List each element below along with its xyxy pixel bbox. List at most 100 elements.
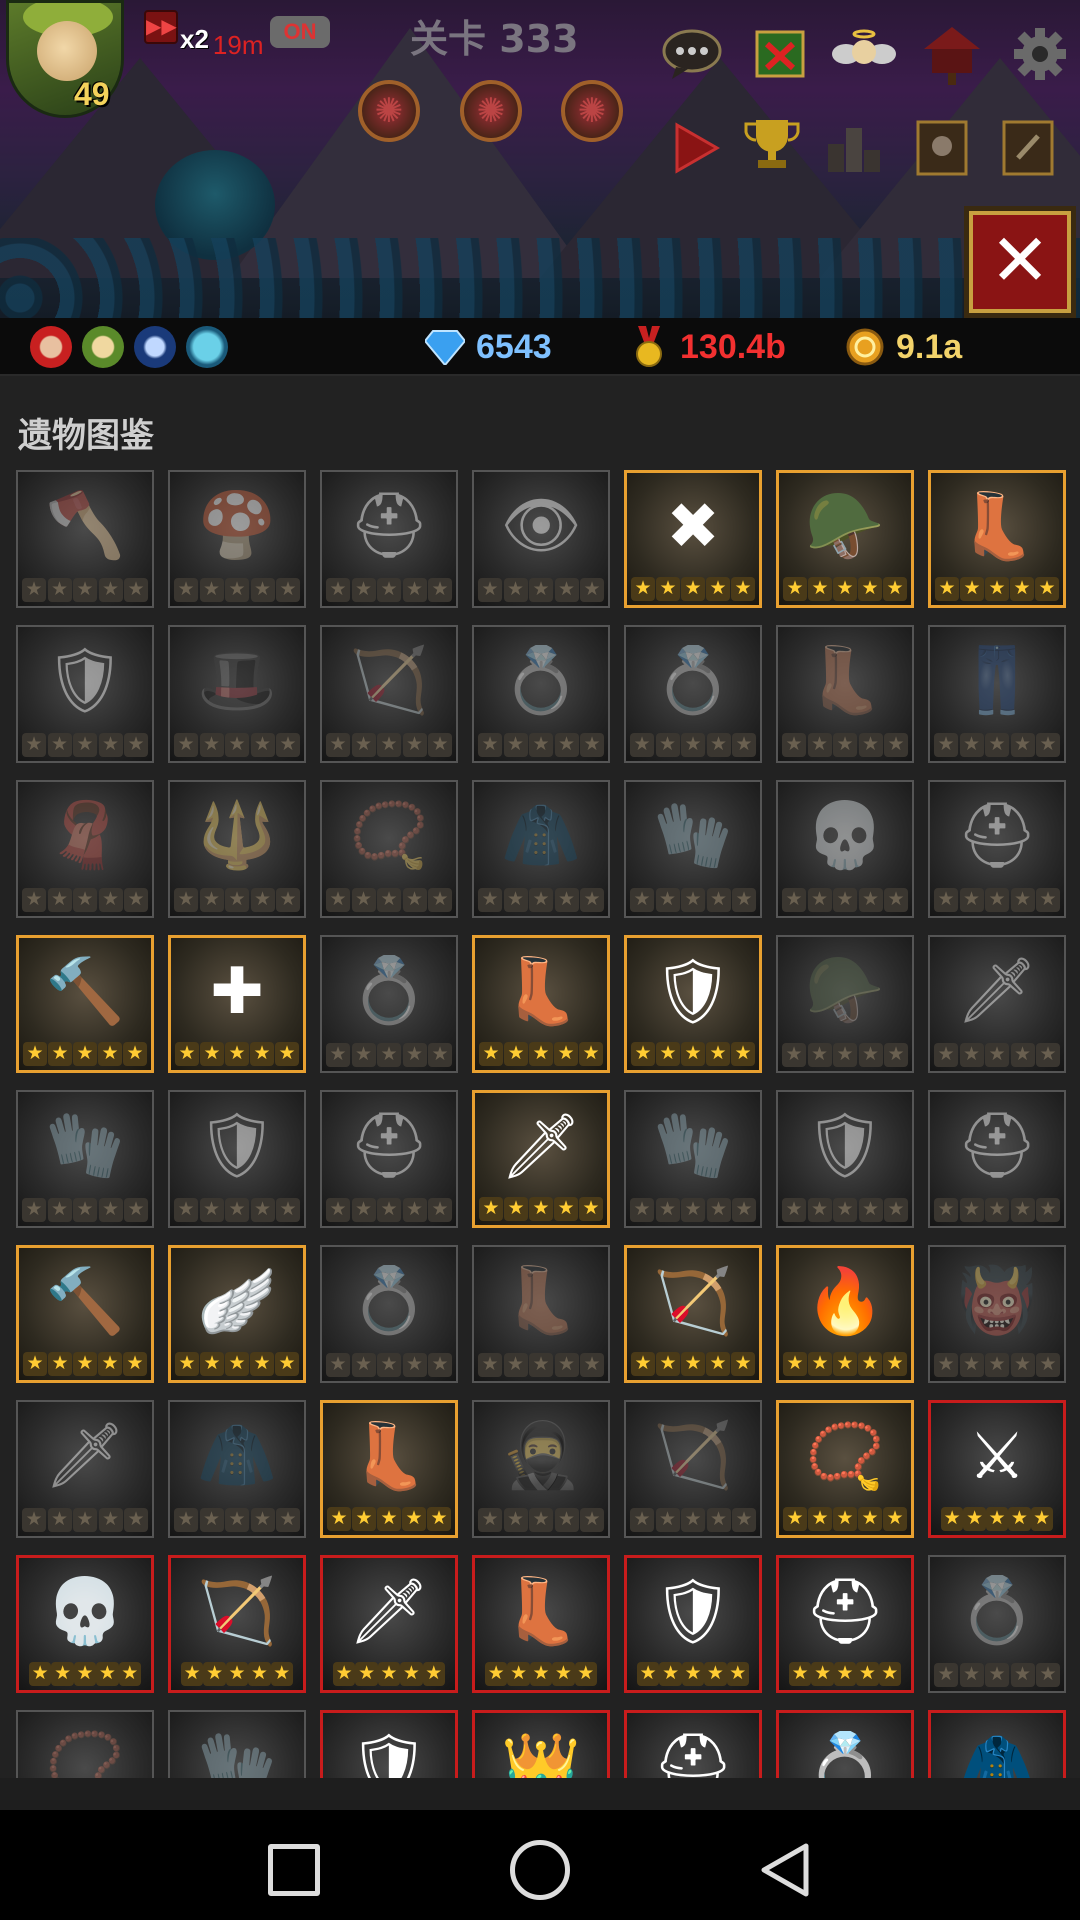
relic-slot[interactable]: 👢 ★ ★ ★ ★ ★ bbox=[928, 470, 1066, 608]
relic-slot[interactable]: ⛑★★★★★ bbox=[928, 780, 1066, 918]
relic-slot[interactable]: 🔥 ★ ★ ★ ★ ★ bbox=[776, 1245, 914, 1383]
relic-slot[interactable]: 🧤★★★★★ bbox=[16, 1090, 154, 1228]
mailbox-icon[interactable] bbox=[920, 22, 984, 86]
relic-slot[interactable]: 🧤★★★★★ bbox=[624, 1090, 762, 1228]
relic-slot[interactable]: 👢 ★ ★ ★ ★ ★ bbox=[472, 1245, 610, 1383]
relic-slot[interactable]: 🧤★★★★★ bbox=[168, 1710, 306, 1778]
relic-slot[interactable]: 👑★★★★★ bbox=[472, 1710, 610, 1778]
relic-slot[interactable]: 🏹 ★ ★ ★ ★ ★ bbox=[320, 625, 458, 763]
relic-slot[interactable]: 👹 ★ ★ ★ ★ ★ bbox=[928, 1245, 1066, 1383]
relic-slot[interactable]: 👢 ★ ★ ★ ★ ★ bbox=[320, 1400, 458, 1538]
relic-slot[interactable]: 🪖 ★ ★ ★ ★ ★ bbox=[776, 470, 914, 608]
relic-slot[interactable]: 👁 ★ ★ ★ ★ ★ bbox=[472, 470, 610, 608]
relic-slot[interactable]: 🗡 ★ ★ ★ ★ ★ bbox=[320, 1555, 458, 1693]
settings-icon[interactable] bbox=[1008, 22, 1072, 86]
skill-orb-icon[interactable] bbox=[460, 80, 522, 142]
relic-slot[interactable]: 🛡★★★★★ bbox=[16, 625, 154, 763]
relic-slot[interactable]: 🍄 ★ ★ ★ ★ ★ bbox=[168, 470, 306, 608]
relic-slot[interactable]: ⛑★★★★★ bbox=[320, 1090, 458, 1228]
relic-slot[interactable]: 🪽 ★ ★ ★ ★ ★ bbox=[168, 1245, 306, 1383]
speed-boost[interactable]: ▶▶ x2 19m bbox=[144, 10, 264, 61]
relic-slot[interactable]: 🗡 ★ ★ ★ ★ ★ bbox=[928, 935, 1066, 1073]
relic-slot[interactable]: 🛡★★★★★ bbox=[168, 1090, 306, 1228]
play-icon[interactable] bbox=[664, 116, 728, 180]
relic-slot[interactable]: ✖ ★ ★ ★ ★ ★ bbox=[624, 470, 762, 608]
relic-slot[interactable]: 👢 ★ ★ ★ ★ ★ bbox=[472, 935, 610, 1073]
star-icon: ★ bbox=[529, 1508, 553, 1532]
hero-book-icon[interactable] bbox=[910, 116, 974, 180]
relic-slot[interactable]: ✚ ★ ★ ★ ★ ★ bbox=[168, 935, 306, 1073]
relic-slot[interactable]: 💍★★★★★ bbox=[928, 1555, 1066, 1693]
auto-toggle[interactable]: ON bbox=[270, 16, 330, 48]
relic-slot[interactable]: 🛡★★★★★ bbox=[624, 1555, 762, 1693]
relic-slot[interactable]: 🧤★★★★★ bbox=[624, 780, 762, 918]
relic-slot[interactable]: 🪓 ★ ★ ★ ★ ★ bbox=[16, 470, 154, 608]
star-rating: ★ ★ ★ ★ ★ bbox=[783, 1507, 907, 1531]
relic-slot[interactable]: 📿★★★★★ bbox=[776, 1400, 914, 1538]
recent-apps-button[interactable] bbox=[268, 1844, 320, 1896]
relic-slot[interactable]: 🧥★★★★★ bbox=[168, 1400, 306, 1538]
relic-slot[interactable]: 🛡★★★★★ bbox=[624, 935, 762, 1073]
relic-slot[interactable]: 👢 ★ ★ ★ ★ ★ bbox=[472, 1555, 610, 1693]
relic-slot[interactable]: ⛑★★★★★ bbox=[624, 1710, 762, 1778]
star-icon: ★ bbox=[552, 1662, 575, 1686]
relic-slot[interactable]: 🛡★★★★★ bbox=[320, 1710, 458, 1778]
quest-book-icon[interactable] bbox=[996, 116, 1060, 180]
party-member-elf-icon[interactable] bbox=[82, 326, 124, 368]
relic-slot[interactable]: 🏹 ★ ★ ★ ★ ★ bbox=[624, 1245, 762, 1383]
relic-slot[interactable]: ⚔ ★ ★ ★ ★ ★ bbox=[928, 1400, 1066, 1538]
ranking-icon[interactable] bbox=[822, 114, 886, 178]
relic-slot[interactable]: 💍★★★★★ bbox=[624, 625, 762, 763]
star-icon: ★ bbox=[123, 1352, 147, 1376]
star-icon: ★ bbox=[377, 1198, 401, 1222]
relic-slot[interactable]: 🎩 ★ ★ ★ ★ ★ bbox=[168, 625, 306, 763]
relic-slot[interactable]: 🔨 ★ ★ ★ ★ ★ bbox=[16, 1245, 154, 1383]
event-banner-icon[interactable] bbox=[748, 22, 812, 86]
trophy-icon[interactable] bbox=[740, 112, 804, 176]
relic-slot[interactable]: 👖 ★ ★ ★ ★ ★ bbox=[928, 625, 1066, 763]
relic-slot[interactable]: 🛡★★★★★ bbox=[776, 1090, 914, 1228]
angel-icon[interactable] bbox=[832, 22, 896, 86]
relic-slot[interactable]: 💍★★★★★ bbox=[320, 935, 458, 1073]
close-button[interactable]: ✕ bbox=[964, 206, 1076, 318]
star-icon: ★ bbox=[630, 888, 654, 912]
relic-slot[interactable]: 💍★★★★★ bbox=[320, 1245, 458, 1383]
star-icon: ★ bbox=[529, 1042, 553, 1066]
skill-orb-icon[interactable] bbox=[358, 80, 420, 142]
relic-slot[interactable]: 🧥★★★★★ bbox=[928, 1710, 1066, 1778]
relic-slot[interactable]: 💍★★★★★ bbox=[472, 625, 610, 763]
back-button[interactable] bbox=[756, 1840, 816, 1900]
relic-slot[interactable]: 🔱 ★ ★ ★ ★ ★ bbox=[168, 780, 306, 918]
party-member-mage-icon[interactable] bbox=[134, 326, 176, 368]
relic-slot[interactable]: 💀 ★ ★ ★ ★ ★ bbox=[776, 780, 914, 918]
relic-slot[interactable]: ⛑★★★★★ bbox=[776, 1555, 914, 1693]
relic-slot[interactable]: 💍★★★★★ bbox=[776, 1710, 914, 1778]
relic-slot[interactable]: 👢 ★ ★ ★ ★ ★ bbox=[776, 625, 914, 763]
star-rating: ★ ★ ★ ★ ★ bbox=[22, 888, 148, 912]
party-member-monster-icon[interactable] bbox=[186, 326, 228, 368]
relic-slot[interactable]: 🧥★★★★★ bbox=[472, 780, 610, 918]
chat-icon[interactable] bbox=[660, 22, 724, 86]
star-icon: ★ bbox=[631, 1352, 655, 1376]
star-icon: ★ bbox=[858, 1507, 882, 1531]
relic-slot[interactable]: 🧣 ★ ★ ★ ★ ★ bbox=[16, 780, 154, 918]
relic-slot[interactable]: 🗡 ★ ★ ★ ★ ★ bbox=[16, 1400, 154, 1538]
relic-slot[interactable]: 🪖 ★ ★ ★ ★ ★ bbox=[776, 935, 914, 1073]
home-button[interactable] bbox=[510, 1840, 570, 1900]
star-icon: ★ bbox=[124, 1508, 148, 1532]
star-icon: ★ bbox=[98, 1352, 122, 1376]
relic-slot[interactable]: ⛑★★★★★ bbox=[928, 1090, 1066, 1228]
relic-collection-panel[interactable]: 遗物图鉴 🪓 ★ ★ ★ ★ ★ 🍄 ★ ★ ★ ★ ★ ⛑ ★ ★ ★ ★ ★ 👁 ★ ★ ★ ★ ★ ✖ ★ ★ ★ ★ ★ 🪖 ★ ★ ★ ★… bbox=[0, 376, 1080, 1778]
relic-slot[interactable]: ⛑★★★★★ bbox=[320, 470, 458, 608]
skill-orb-icon[interactable] bbox=[561, 80, 623, 142]
relic-slot[interactable]: 🥷 ★ ★ ★ ★ ★ bbox=[472, 1400, 610, 1538]
relic-slot[interactable]: 🏹 ★ ★ ★ ★ ★ bbox=[168, 1555, 306, 1693]
relic-slot[interactable]: 📿★★★★★ bbox=[320, 780, 458, 918]
relic-slot[interactable]: 🔨 ★ ★ ★ ★ ★ bbox=[16, 935, 154, 1073]
party-member-red-icon[interactable] bbox=[30, 326, 72, 368]
star-rating: ★ ★ ★ ★ ★ bbox=[782, 888, 908, 912]
relic-slot[interactable]: 🏹 ★ ★ ★ ★ ★ bbox=[624, 1400, 762, 1538]
relic-slot[interactable]: 🗡 ★ ★ ★ ★ ★ bbox=[472, 1090, 610, 1228]
relic-slot[interactable]: 💀 ★ ★ ★ ★ ★ bbox=[16, 1555, 154, 1693]
relic-slot[interactable]: 📿★★★★★ bbox=[16, 1710, 154, 1778]
